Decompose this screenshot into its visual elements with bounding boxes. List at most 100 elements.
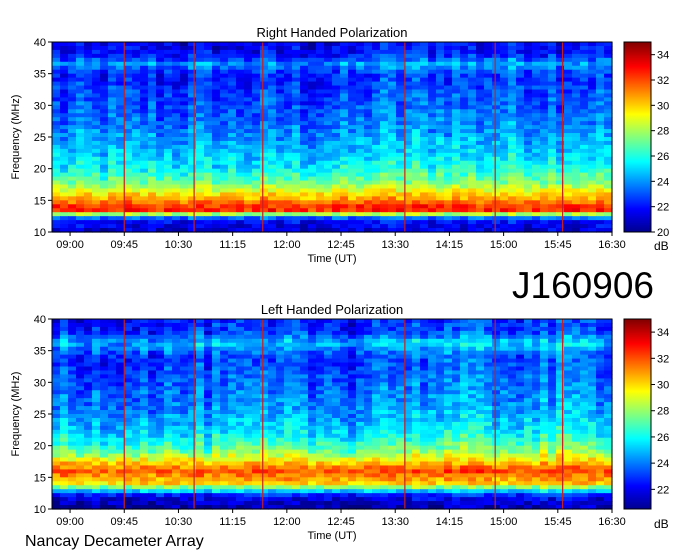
heatmap-cell [532,370,541,376]
heatmap-cell [124,164,133,170]
heatmap-cell [580,378,589,383]
heatmap-cell [236,338,245,344]
heatmap-cell [572,61,581,67]
heatmap-cell [412,188,421,194]
heatmap-cell [300,212,309,217]
heatmap-cell [140,97,149,102]
heatmap-cell [388,390,397,395]
heatmap-cell [260,358,269,364]
heatmap-cell [84,196,93,201]
heatmap-cell [116,362,125,368]
heatmap-cell [308,354,317,360]
heatmap-cell [556,204,565,209]
heatmap-cell [100,204,109,209]
heatmap-cell [148,152,157,158]
heatmap-cell [108,390,117,395]
heatmap-cell [188,374,197,379]
heatmap-cell [484,338,493,344]
heatmap-cell [484,362,493,368]
heatmap-cell [492,164,501,170]
heatmap-cell [468,81,477,87]
heatmap-cell [436,216,445,221]
heatmap-cell [500,113,509,118]
heatmap-cell [508,113,517,118]
heatmap-cell [100,378,109,383]
heatmap-cell [244,164,253,170]
heatmap-cell [364,346,373,352]
heatmap-cell [548,148,557,154]
heatmap-cell [340,342,349,348]
heatmap-cell [332,160,341,166]
heatmap-cell [316,342,325,348]
heatmap-cell [364,338,373,344]
heatmap-cell [516,326,525,332]
heatmap-cell [348,338,357,344]
heatmap-cell [420,101,429,106]
heatmap-cell [284,196,293,201]
heatmap-cell [324,73,333,79]
heatmap-cell [492,49,501,55]
heatmap-cell [572,49,581,55]
heatmap-cell [436,164,445,170]
heatmap-cell [548,330,557,336]
heatmap-cell [196,69,205,75]
heatmap-cell [156,346,165,352]
heatmap-cell [476,93,485,99]
heatmap-cell [172,326,181,332]
heatmap-cell [556,101,565,106]
heatmap-cell [228,133,237,138]
heatmap-cell [468,204,477,209]
heatmap-cell [412,386,421,391]
heatmap-cell [220,406,229,411]
heatmap-cell [204,330,213,336]
heatmap-cell [516,81,525,87]
heatmap-cell [180,140,189,146]
heatmap-cell [60,93,69,99]
heatmap-cell [92,117,101,122]
heatmap-cell [196,176,205,182]
heatmap-cell [452,358,461,364]
heatmap-cell [524,61,533,67]
heatmap-cell [268,390,277,395]
heatmap-cell [220,45,229,51]
heatmap-cell [148,224,157,229]
heatmap-cell [364,140,373,146]
heatmap-cell [580,192,589,197]
heatmap-cell [228,346,237,352]
heatmap-cell [476,57,485,63]
heatmap-cell [188,85,197,91]
heatmap-cell [532,69,541,75]
heatmap-cell [284,137,293,142]
heatmap-cell [588,53,597,59]
heatmap-cell [68,402,77,407]
heatmap-cell [156,49,165,55]
heatmap-cell [532,77,541,83]
heatmap-cell [452,144,461,150]
heatmap-cell [276,73,285,79]
heatmap-cell [244,346,253,352]
heatmap-cell [140,45,149,51]
heatmap-cell [244,121,253,126]
heatmap-cell [52,354,61,360]
heatmap-cell [492,97,501,102]
heatmap-cell [348,117,357,122]
heatmap-cell [268,53,277,59]
heatmap-cell [324,350,333,356]
heatmap-cell [220,42,229,47]
heatmap-cell [564,398,573,403]
heatmap-cell [124,378,133,383]
heatmap-cell [284,101,293,106]
heatmap-cell [100,77,109,83]
heatmap-cell [180,402,189,407]
heatmap-cell [388,338,397,344]
heatmap-cell [548,133,557,138]
heatmap-cell [580,176,589,182]
heatmap-cell [540,212,549,217]
heatmap-cell [60,342,69,348]
heatmap-cell [316,89,325,95]
heatmap-cell [164,319,173,324]
heatmap-cell [260,160,269,166]
heatmap-cell [252,378,261,383]
heatmap-cell [316,117,325,122]
heatmap-cell [596,113,605,118]
